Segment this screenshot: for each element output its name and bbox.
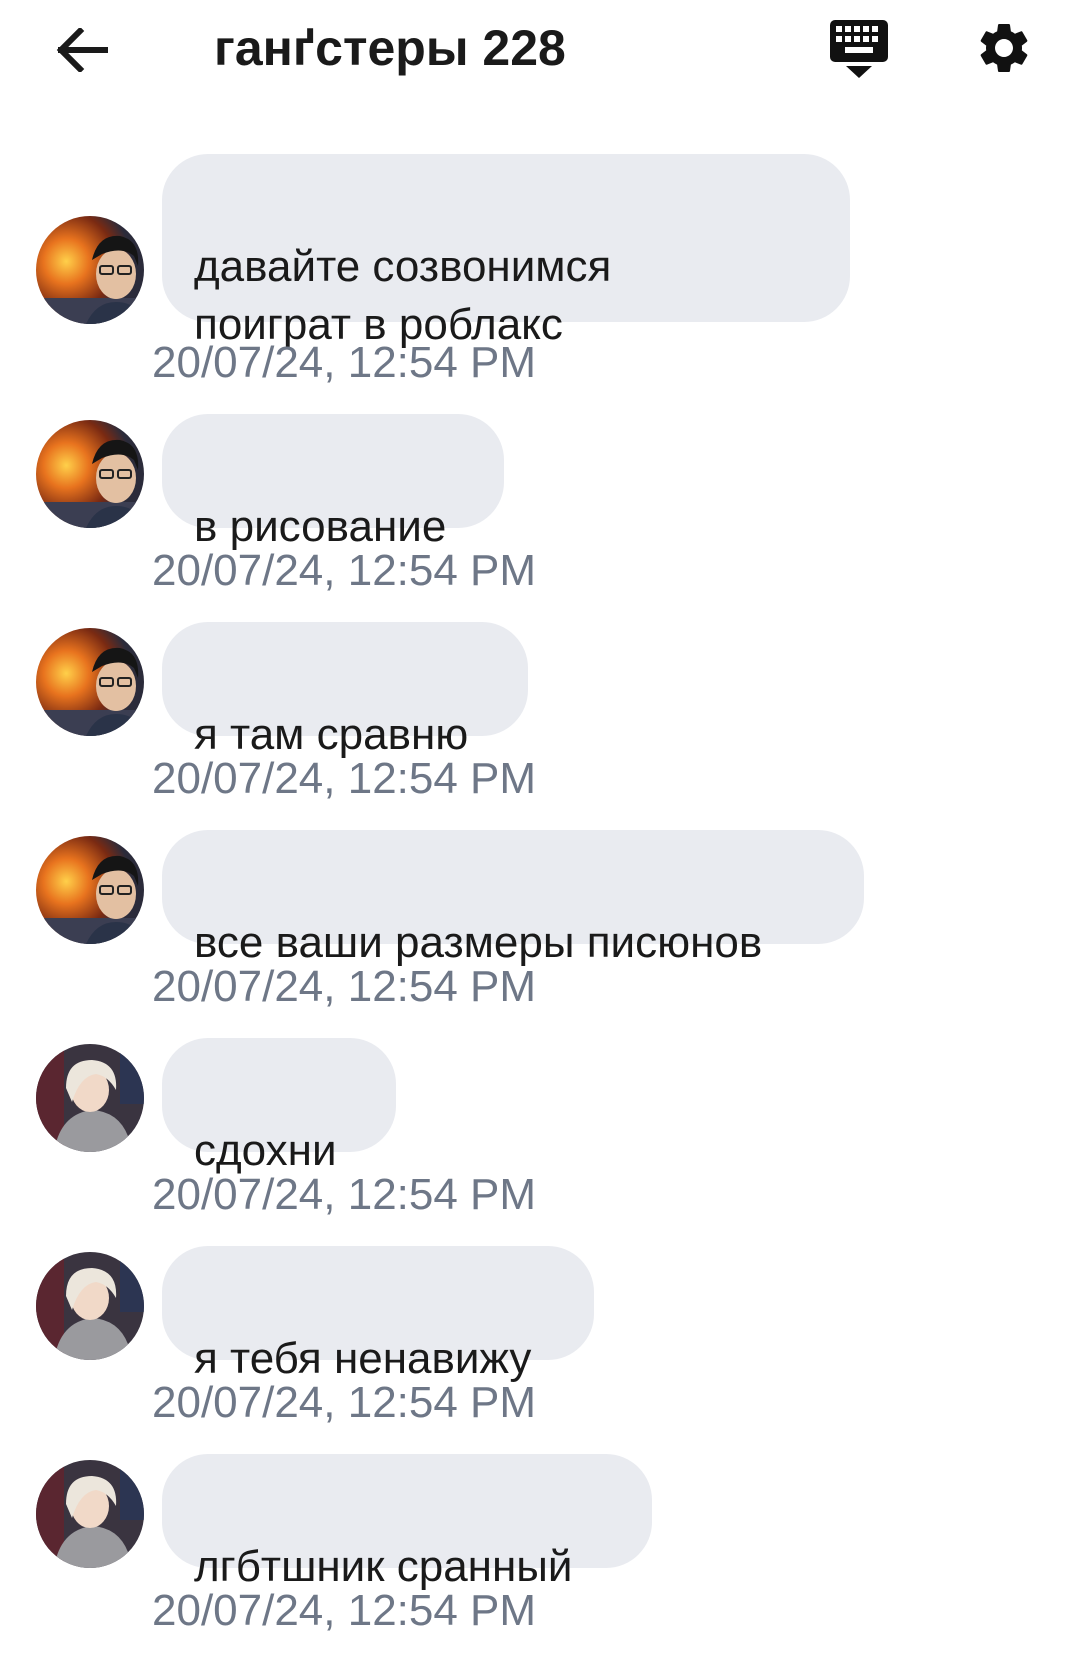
avatar[interactable] — [36, 836, 144, 944]
message-text: давайте созвонимся поиграт в роблакс — [194, 242, 612, 349]
message-timestamp: 20/07/24, 12:54 PM — [152, 1586, 537, 1635]
message-text: все ваши размеры писюнов — [194, 918, 763, 967]
message-bubble[interactable]: я там сравню — [162, 622, 528, 759]
avatar[interactable] — [36, 1460, 144, 1568]
message-bubble[interactable]: лгбтшник сранный — [162, 1454, 652, 1591]
message-timestamp: 20/07/24, 12:54 PM — [152, 546, 537, 595]
message-text: я там сравню — [194, 710, 469, 759]
avatar[interactable] — [36, 420, 144, 528]
avatar[interactable] — [36, 1252, 144, 1360]
message-bubble[interactable]: давайте созвонимся поиграт в роблакс — [162, 154, 850, 349]
avatar[interactable] — [36, 216, 144, 324]
avatar[interactable] — [36, 628, 144, 736]
message-text: в рисование — [194, 502, 447, 551]
message-bubble[interactable]: все ваши размеры писюнов — [162, 830, 864, 967]
message-bubble[interactable]: в рисование — [162, 414, 504, 551]
message-timestamp: 20/07/24, 12:54 PM — [152, 754, 537, 803]
message-timestamp: 20/07/24, 12:54 PM — [152, 1170, 537, 1219]
message-timestamp: 20/07/24, 12:54 PM — [152, 1378, 537, 1427]
message-text: лгбтшник сранный — [194, 1542, 573, 1591]
message-timestamp: 20/07/24, 12:54 PM — [152, 338, 537, 387]
message-timestamp: 20/07/24, 12:54 PM — [152, 962, 537, 1011]
message-text: я тебя ненавижу — [194, 1334, 532, 1383]
avatar[interactable] — [36, 1044, 144, 1152]
message-text: сдохни — [194, 1126, 337, 1175]
message-list[interactable]: давайте созвонимся поиграт в роблакс 20/… — [0, 0, 1080, 1668]
message-bubble[interactable]: я тебя ненавижу — [162, 1246, 594, 1383]
message-bubble[interactable]: сдохни — [162, 1038, 396, 1175]
